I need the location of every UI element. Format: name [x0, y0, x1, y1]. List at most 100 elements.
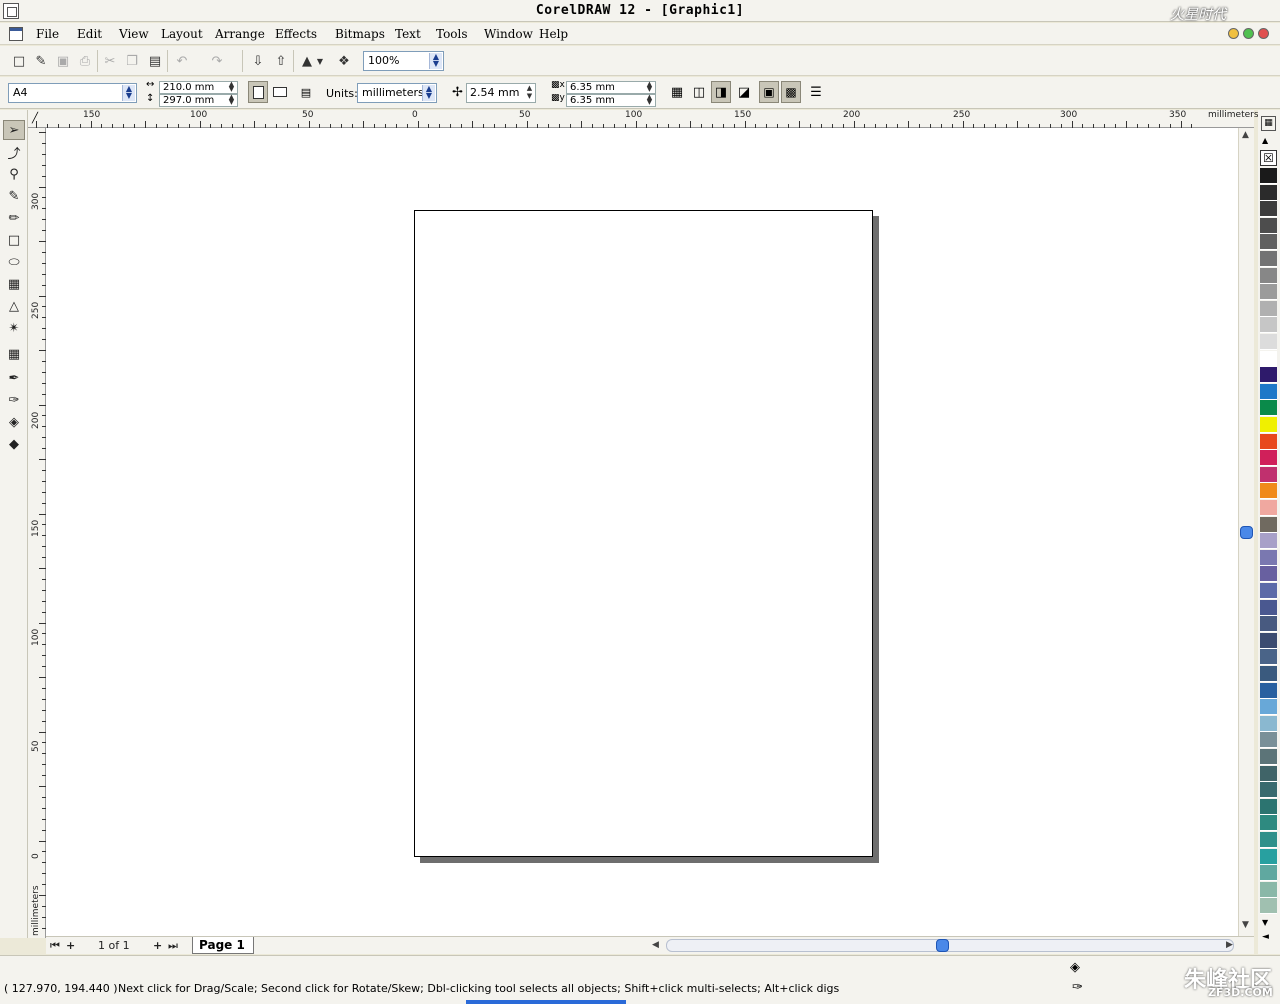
undo-icon[interactable]: ↶ [172, 51, 192, 71]
horizontal-scroll-thumb[interactable] [936, 939, 949, 952]
paper-height-field[interactable]: 297.0 mm ▲ ▼ [159, 94, 238, 107]
color-swatch[interactable] [1260, 450, 1277, 467]
color-swatch[interactable] [1260, 715, 1277, 732]
eyedropper-tool-icon[interactable]: ✒ [3, 368, 25, 388]
color-swatch[interactable] [1260, 184, 1277, 201]
menu-effects[interactable]: Effects [275, 27, 317, 41]
paste-icon[interactable]: ▤ [145, 51, 165, 71]
spin-arrows-icon[interactable]: ▲ ▼ [227, 81, 236, 93]
save-icon[interactable]: ▣ [53, 51, 73, 71]
snap-to-objects-icon[interactable]: ◨ [711, 81, 731, 103]
color-swatch[interactable] [1260, 367, 1277, 384]
color-swatch[interactable] [1260, 500, 1277, 516]
color-swatch[interactable] [1260, 865, 1277, 882]
color-swatch[interactable] [1260, 616, 1277, 633]
duplicate-distance-x-field[interactable]: 6.35 mm ▲ ▼ [566, 81, 656, 94]
scroll-up-icon[interactable]: ▲ [1242, 130, 1249, 140]
horizontal-scrollbar[interactable] [666, 939, 1234, 952]
color-swatch[interactable] [1260, 599, 1277, 616]
close-button[interactable] [1258, 28, 1269, 39]
vertical-scrollbar[interactable]: ▲ ▼ [1238, 128, 1254, 938]
color-swatch[interactable] [1260, 583, 1277, 599]
color-swatch[interactable] [1260, 649, 1277, 666]
color-swatch[interactable] [1260, 267, 1277, 284]
interactive-blend-tool-icon[interactable]: ▦ [3, 344, 25, 364]
color-swatch[interactable] [1260, 234, 1277, 251]
cut-icon[interactable]: ✂ [100, 51, 120, 71]
menu-help[interactable]: Help [539, 27, 568, 41]
color-swatch[interactable] [1260, 881, 1277, 898]
vertical-scroll-thumb[interactable] [1240, 526, 1253, 539]
ellipse-tool-icon[interactable]: ⬭ [3, 252, 25, 272]
dynamic-guides-icon[interactable]: ◪ [734, 81, 754, 103]
color-swatch[interactable] [1260, 782, 1277, 799]
duplicate-distance-y-field[interactable]: 6.35 mm ▲ ▼ [566, 94, 656, 107]
print-icon[interactable]: ⎙ [75, 51, 95, 71]
palette-scroll-down-icon[interactable]: ▼ [1262, 918, 1268, 927]
scroll-left-icon[interactable]: ◀ [652, 940, 659, 950]
interactive-fill-tool-icon[interactable]: ◆ [3, 434, 25, 454]
last-page-icon[interactable]: ⏭ [168, 939, 178, 953]
color-swatch[interactable] [1260, 300, 1277, 317]
color-swatch[interactable] [1260, 383, 1277, 400]
smart-drawing-tool-icon[interactable]: ✏ [3, 208, 25, 228]
snap-to-grid-icon[interactable]: ▦ [667, 81, 687, 103]
add-page-after-icon[interactable]: + [153, 939, 162, 952]
fill-tool-icon[interactable]: ◈ [3, 412, 25, 432]
color-swatch[interactable] [1260, 732, 1277, 749]
horizontal-ruler[interactable]: ╱ 150 100 50 0 50 100 150 200 250 300 35… [28, 110, 1259, 128]
spin-arrows-icon[interactable]: ▲ ▼ [645, 81, 654, 93]
color-swatch[interactable] [1260, 815, 1277, 832]
import-icon[interactable]: ⇩ [248, 51, 268, 71]
zoom-level-select[interactable]: 100% ▲ ▼ [363, 51, 444, 71]
copy-icon[interactable]: ❐ [122, 51, 142, 71]
paper-type-select[interactable]: A4 ▲ ▼ [8, 83, 137, 103]
color-swatch[interactable] [1260, 168, 1277, 184]
color-swatch[interactable] [1260, 666, 1277, 682]
menu-edit[interactable]: Edit [77, 27, 102, 41]
menu-tools[interactable]: Tools [436, 27, 468, 41]
launcher-dropdown-icon[interactable]: ▼ [314, 51, 326, 71]
color-swatch[interactable] [1260, 549, 1277, 566]
color-swatch[interactable] [1260, 400, 1277, 417]
redo-icon[interactable]: ↷ [207, 51, 227, 71]
color-swatch[interactable] [1260, 334, 1277, 350]
color-swatch[interactable] [1260, 350, 1277, 367]
minimize-button[interactable] [1228, 28, 1239, 39]
color-swatch[interactable] [1260, 433, 1277, 450]
drawing-canvas[interactable] [46, 128, 1238, 936]
shape-tool-icon[interactable]: ⤴ [3, 142, 25, 162]
color-swatch[interactable] [1260, 533, 1277, 550]
color-swatch[interactable] [1260, 317, 1277, 334]
menu-window[interactable]: Window [484, 27, 533, 41]
color-swatch[interactable] [1260, 682, 1277, 699]
scroll-right-icon[interactable]: ▶ [1226, 940, 1233, 950]
treat-as-filled-icon[interactable]: ▣ [759, 81, 779, 103]
color-swatch[interactable] [1260, 699, 1277, 716]
outline-tool-icon[interactable]: ✑ [3, 390, 25, 410]
units-select[interactable]: millimeters ▲ ▼ [357, 83, 437, 103]
color-swatch[interactable] [1260, 898, 1277, 915]
color-swatch[interactable] [1260, 516, 1277, 533]
menu-file[interactable]: File [36, 27, 59, 41]
add-page-before-icon[interactable]: + [66, 939, 75, 952]
basic-shapes-tool-icon[interactable]: △ [3, 296, 25, 316]
landscape-button[interactable] [270, 81, 290, 103]
open-icon[interactable]: ✎ [31, 51, 51, 71]
paper-width-field[interactable]: 210.0 mm ▲ ▼ [159, 81, 238, 94]
set-default-page-size-button[interactable]: ▤ [296, 81, 316, 103]
first-page-icon[interactable]: ⏮ [50, 939, 60, 953]
palette-scroll-up-icon[interactable]: ▲ [1262, 136, 1268, 145]
color-swatch[interactable] [1260, 284, 1277, 301]
spin-arrows-icon[interactable]: ▲ ▼ [227, 94, 236, 106]
scroll-down-icon[interactable]: ▼ [1242, 920, 1249, 930]
color-swatch[interactable] [1260, 417, 1277, 433]
spin-arrows-icon[interactable]: ▲ ▼ [525, 84, 534, 101]
corel-online-icon[interactable]: ❖ [334, 51, 354, 71]
color-swatch[interactable] [1260, 798, 1277, 815]
options-icon[interactable]: ☰ [806, 81, 826, 103]
nudge-distance-field[interactable]: 2.54 mm ▲ ▼ [466, 83, 536, 103]
menu-arrange[interactable]: Arrange [215, 27, 265, 41]
drawing-page[interactable] [414, 210, 873, 857]
graph-paper-tool-icon[interactable]: ▦ [3, 274, 25, 294]
